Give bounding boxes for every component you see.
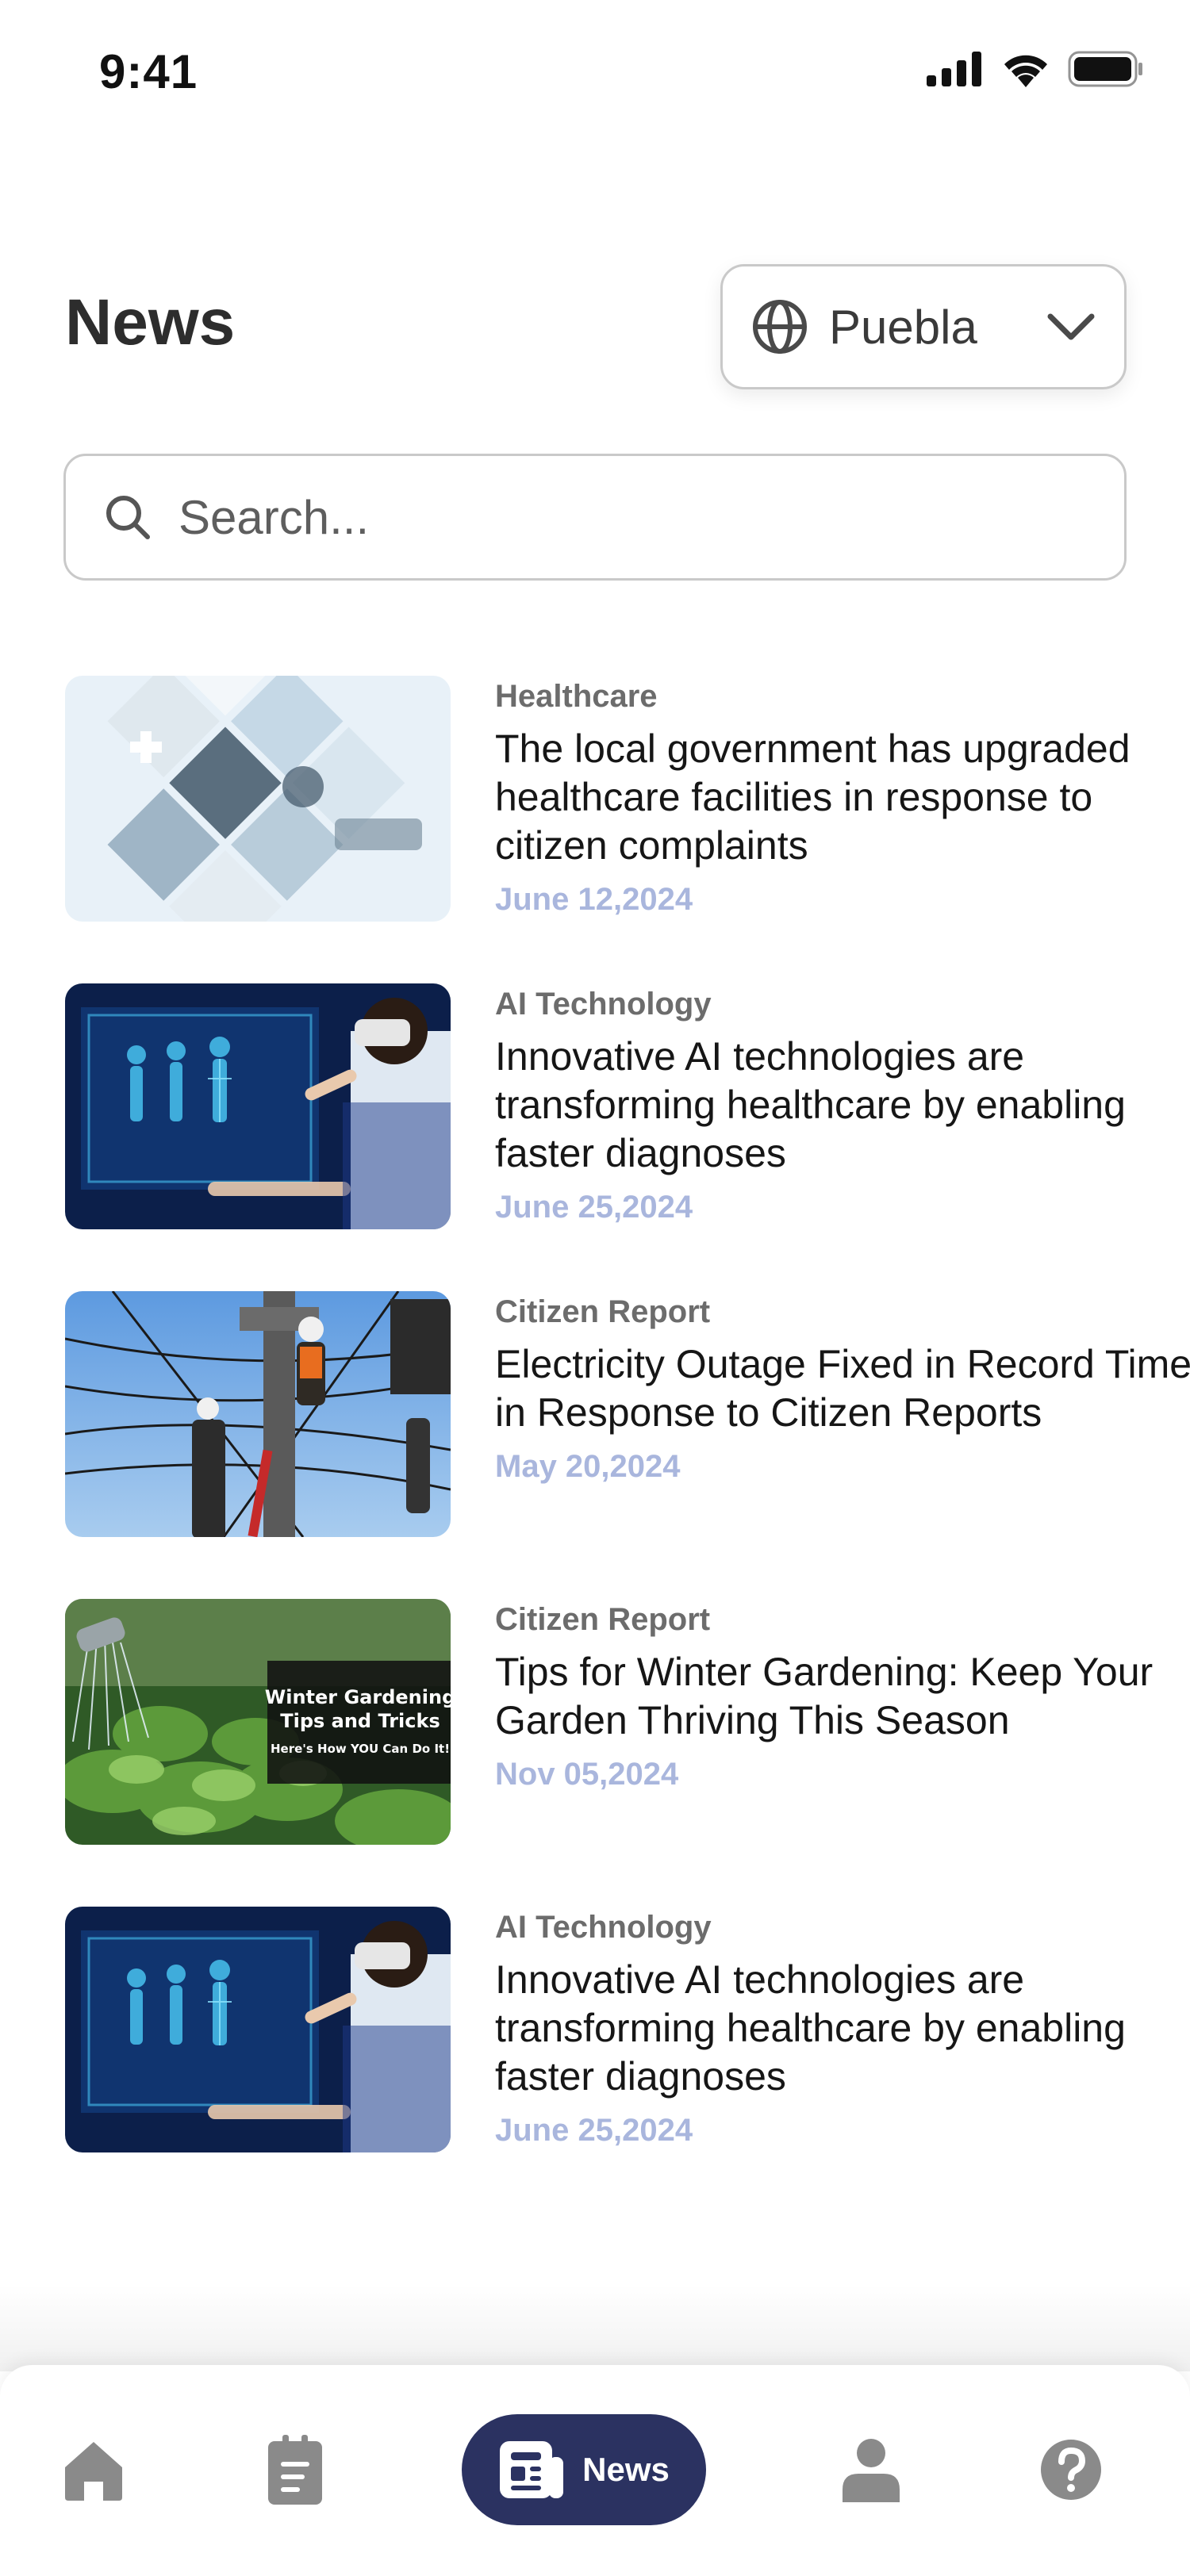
nav-news-label: News [582, 2451, 670, 2488]
news-item-ai-technology[interactable]: AI Technology Innovative AI technologies… [65, 983, 1128, 1229]
article-content: AI Technology Innovative AI technologies… [495, 983, 1190, 1227]
page-title: News [65, 286, 236, 358]
news-item-gardening[interactable]: Winter Gardening Tips and Tricks Here's … [65, 1599, 1153, 1845]
home-icon [65, 2442, 122, 2501]
bottom-nav-shadow [0, 2284, 1190, 2371]
article-content: Healthcare The local government has upgr… [495, 676, 1190, 919]
search-input[interactable] [178, 489, 1051, 545]
article-category: Healthcare [495, 679, 658, 714]
bottom-nav: News [0, 2365, 1190, 2576]
nav-profile[interactable] [831, 2414, 911, 2525]
article-date: June 25,2024 [495, 1190, 693, 1225]
thumbnail-caption-line3: Here's How YOU Can Do It! [271, 1742, 450, 1756]
location-label: Puebla [829, 300, 977, 354]
article-content: Citizen Report Tips for Winter Gardening… [495, 1599, 1190, 1794]
wifi-icon [1004, 55, 1047, 87]
article-image [65, 676, 451, 922]
globe-icon [753, 300, 807, 354]
article-title[interactable]: Innovative AI technologies are transform… [495, 1956, 1190, 2101]
signal-icon [927, 52, 981, 86]
article-content: Citizen Report Electricity Outage Fixed … [495, 1291, 1190, 1486]
newspaper-icon [500, 2441, 564, 2498]
news-item-healthcare[interactable]: Healthcare The local government has upgr… [65, 676, 1130, 922]
thumbnail-caption-line2: Tips and Tricks [280, 1710, 440, 1732]
article-content: AI Technology Innovative AI technologies… [495, 1907, 1190, 2150]
article-category: Citizen Report [495, 1294, 711, 1329]
article-image [65, 983, 451, 1229]
chevron-down-icon [1047, 313, 1095, 340]
search-bar[interactable] [63, 454, 1127, 581]
article-category: AI Technology [495, 1910, 712, 1945]
article-image [65, 1907, 451, 2152]
article-category: Citizen Report [495, 1602, 711, 1637]
news-item-ai-technology-2[interactable]: AI Technology Innovative AI technologies… [65, 1907, 1128, 2152]
article-date: June 25,2024 [495, 2113, 693, 2148]
nav-home[interactable] [54, 2414, 133, 2525]
search-icon [106, 496, 150, 539]
article-image: Winter Gardening Tips and Tricks Here's … [65, 1599, 451, 1845]
status-icons [927, 51, 1144, 87]
clipboard-icon [268, 2435, 322, 2505]
status-bar: 9:41 [0, 0, 1190, 143]
article-image [65, 1291, 451, 1537]
thumbnail-caption-line1: Winter Gardening [265, 1686, 451, 1708]
article-title[interactable]: Electricity Outage Fixed in Record Time … [495, 1340, 1190, 1437]
battery-icon [1068, 51, 1142, 87]
location-dropdown[interactable]: Puebla [720, 264, 1127, 389]
article-title[interactable]: Innovative AI technologies are transform… [495, 1033, 1190, 1178]
help-icon [1041, 2440, 1101, 2500]
article-title[interactable]: Tips for Winter Gardening: Keep Your Gar… [495, 1648, 1190, 1745]
article-date: Nov 05,2024 [495, 1757, 679, 1792]
nav-reports[interactable] [255, 2414, 335, 2525]
article-date: June 12,2024 [495, 882, 693, 917]
status-time: 9:41 [99, 45, 198, 98]
user-icon [843, 2439, 900, 2502]
nav-news[interactable]: News [462, 2414, 706, 2525]
article-date: May 20,2024 [495, 1449, 681, 1484]
news-item-citizen-report[interactable]: Citizen Report Electricity Outage Fixed … [65, 1291, 1190, 1537]
nav-help[interactable] [1031, 2414, 1111, 2525]
article-title[interactable]: The local government has upgraded health… [495, 725, 1190, 870]
article-category: AI Technology [495, 987, 712, 1022]
